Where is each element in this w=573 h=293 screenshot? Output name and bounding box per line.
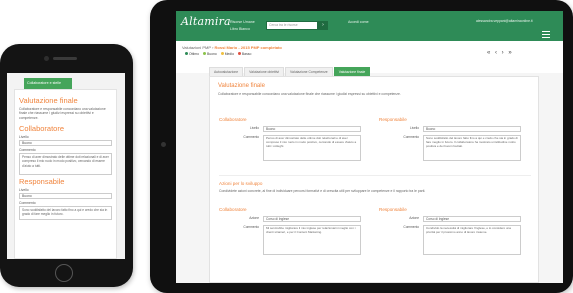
tab-obiettivi[interactable]: Valutazione obiettivi [244,67,285,76]
section-title: Valutazione finale [218,83,265,89]
phone-content: Valutazione finale Collaboratore e respo… [14,89,117,259]
collab-comment-textarea[interactable]: Penso di aver dimostrato delle ottime do… [263,135,361,161]
phone-commento-label: Commento [19,148,36,153]
resp-azione-comment-row: Commento Condivido la necessità di migli… [379,225,521,255]
main-content: Valutazione finale Collaboratore e respo… [209,76,539,283]
legend-ottimo: Ottimo [189,52,199,56]
commento-label-4: Commento [403,225,419,229]
collab-azione-comment-row: Commento Mi servirebbe migliorare il mio… [219,225,361,255]
resp-comment-row: Commento Sono soddisfatto del lavoro fat… [379,135,521,161]
phone-screen: Collaboratore e stelle Valutazione final… [7,73,125,259]
collab-heading: Collaboratore [219,117,247,122]
search-button[interactable]: › [318,21,328,30]
breadcrumb-name: Rossi Mario - 2015 [214,45,250,50]
legend-medio: Medio [224,52,234,56]
nav-link-libro[interactable]: Libro Bianco [230,27,250,31]
rating-legend: Ottimo Buono Medio Basso [182,52,251,56]
legend-dot-buono [202,52,206,55]
commento-label-3: Commento [243,225,259,229]
app-logo[interactable]: Altamira [181,15,231,28]
resp-actions-column: Responsabile Azione Corso di Inglese Com… [379,207,521,255]
collab-azione-row: Azione Corso di Inglese [219,216,361,222]
breadcrumb-prefix[interactable]: Valutazioni PMP › [182,45,213,50]
legend-dot-medio [220,52,224,55]
devices-showcase: Collaboratore e stelle Valutazione final… [0,0,573,293]
resp-level-row: Livello Buono [379,126,521,132]
phone-collab-level-select[interactable]: Buono [19,140,112,147]
livello-label: Livello [249,126,259,130]
resp-azione-comment[interactable]: Condivido la necessità di migliorare l'i… [423,225,521,255]
resp-column: Responsabile Livello Buono Commento Sono… [379,117,521,161]
top-bar: Altamira Risorse Umane Libro Bianco Cerc… [176,11,563,41]
phone-intro: Collaboratore e responsabile concordano … [19,107,106,120]
divider [219,175,531,176]
resp-level-select[interactable]: Buono [423,126,521,132]
development-title: Azioni per lo sviluppo [219,181,263,186]
collab-level-row: Livello Buono [219,126,361,132]
resp-azione-select[interactable]: Corso di Inglese [423,216,521,222]
phone-collab-comment[interactable]: Penso di aver dimostrato delle ottime do… [19,153,112,176]
collab-level-select[interactable]: Buono [263,126,361,132]
tablet-device: Altamira Risorse Umane Libro Bianco Cerc… [150,0,573,293]
phone-page-title: Valutazione finale [19,96,78,105]
section-intro: Collaboratore e responsabile concordano … [218,92,401,96]
development-text: Condividete azioni concrete, al fine di … [219,189,426,193]
actions-row: Collaboratore Azione Corso di Inglese Co… [219,207,531,267]
user-link[interactable]: Accedi come [348,20,369,24]
phone-camera [44,56,49,61]
collab-column: Collaboratore Livello Buono Commento Pen… [219,117,361,161]
user-email[interactable]: alessandra.veppani@altamiraonline.it [476,19,533,23]
resp-heading: Responsabile [379,117,407,122]
collab-comment-row: Commento Penso di aver dimostrato delle … [219,135,361,161]
phone-device: Collaboratore e stelle Valutazione final… [0,44,133,287]
phone-resp-heading: Responsabile [19,177,65,187]
tab-valutazione-finale[interactable]: Valutazione finale [333,67,371,76]
breadcrumb-status: PMP completato [250,45,282,50]
phone-livello-label: Livello [19,135,29,140]
hamburger-menu-icon[interactable] [542,31,550,38]
collab-actions-heading: Collaboratore [219,207,247,212]
collab-actions-column: Collaboratore Azione Corso di Inglese Co… [219,207,361,255]
commento-label: Commento [243,135,259,139]
tab-bar: Autovalutazione Valutazione obiettivi Valu… [209,67,371,76]
search-input[interactable]: Cerca tra le risorse [266,21,318,30]
tab-competenze[interactable]: Valutazione Competenze [285,67,333,76]
nav-link-risorse[interactable]: Risorse Umane [230,20,255,24]
phone-resp-level-select[interactable]: Buono [19,193,112,200]
legend-dot-ottimo [185,52,188,55]
phone-home-button[interactable] [55,264,73,282]
azione-label-2: Azione [409,216,419,220]
evaluation-row: Collaboratore Livello Buono Commento Pen… [219,117,531,167]
resp-azione-row: Azione Corso di Inglese [379,216,521,222]
development-intro: Azioni per lo sviluppo Condividete azion… [219,181,531,197]
breadcrumb: Valutazioni PMP › Rossi Mario - 2015 PMP… [182,45,282,50]
resp-actions-heading: Responsabile [379,207,407,212]
pager-controls[interactable]: « ‹ › » [487,50,513,56]
azione-label: Azione [249,216,259,220]
commento-label-2: Commento [403,135,419,139]
collab-azione-comment[interactable]: Mi servirebbe migliorare il mio inglese … [263,225,361,255]
legend-dot-basso [237,52,241,55]
tablet-camera [161,142,166,147]
phone-resp-comment[interactable]: Sono soddisfatto del lavoro fatto fino a… [19,206,112,221]
legend-basso: Basso [241,52,252,56]
tab-autovalutazione[interactable]: Autovalutazione [209,67,244,76]
phone-livello-label-2: Livello [19,188,29,193]
resp-comment-textarea[interactable]: Sono soddisfatto del lavoro fatto fino a… [423,135,521,161]
phone-tab-active[interactable]: Collaboratore e stelle [24,78,72,89]
phone-commento-label-2: Commento [19,201,36,206]
phone-collab-heading: Collaboratore [19,124,65,134]
tablet-screen: Altamira Risorse Umane Libro Bianco Cerc… [176,11,563,283]
livello-label-2: Livello [409,126,419,130]
collab-azione-select[interactable]: Corso di Inglese [263,216,361,222]
legend-buono: Buono [206,52,217,56]
phone-speaker [53,57,77,60]
